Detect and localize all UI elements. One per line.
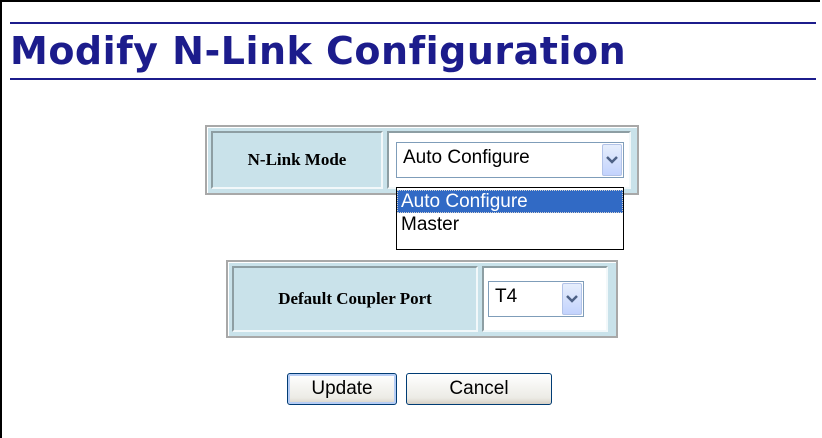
- page-title: Modify N-Link Configuration: [10, 29, 627, 73]
- chevron-down-icon[interactable]: [602, 144, 622, 176]
- update-button[interactable]: Update: [287, 373, 397, 405]
- coupler-port-value: T4: [495, 286, 518, 307]
- nlink-mode-dropdown-list[interactable]: Auto Configure Master: [396, 187, 624, 250]
- page-frame: Modify N-Link Configuration N-Link Mode …: [0, 0, 820, 438]
- title-rule-top: [10, 22, 816, 24]
- cancel-button[interactable]: Cancel: [406, 373, 552, 405]
- nlink-mode-value: Auto Configure: [403, 147, 530, 168]
- chevron-down-icon[interactable]: [562, 283, 582, 315]
- dropdown-option-master[interactable]: Master: [397, 213, 623, 236]
- nlink-mode-label: N-Link Mode: [211, 131, 383, 189]
- coupler-port-label: Default Coupler Port: [232, 266, 478, 332]
- coupler-port-select[interactable]: T4: [488, 281, 584, 317]
- dropdown-option-auto-configure[interactable]: Auto Configure: [397, 190, 623, 213]
- nlink-mode-select[interactable]: Auto Configure: [396, 142, 624, 178]
- title-rule-bottom: [10, 78, 816, 80]
